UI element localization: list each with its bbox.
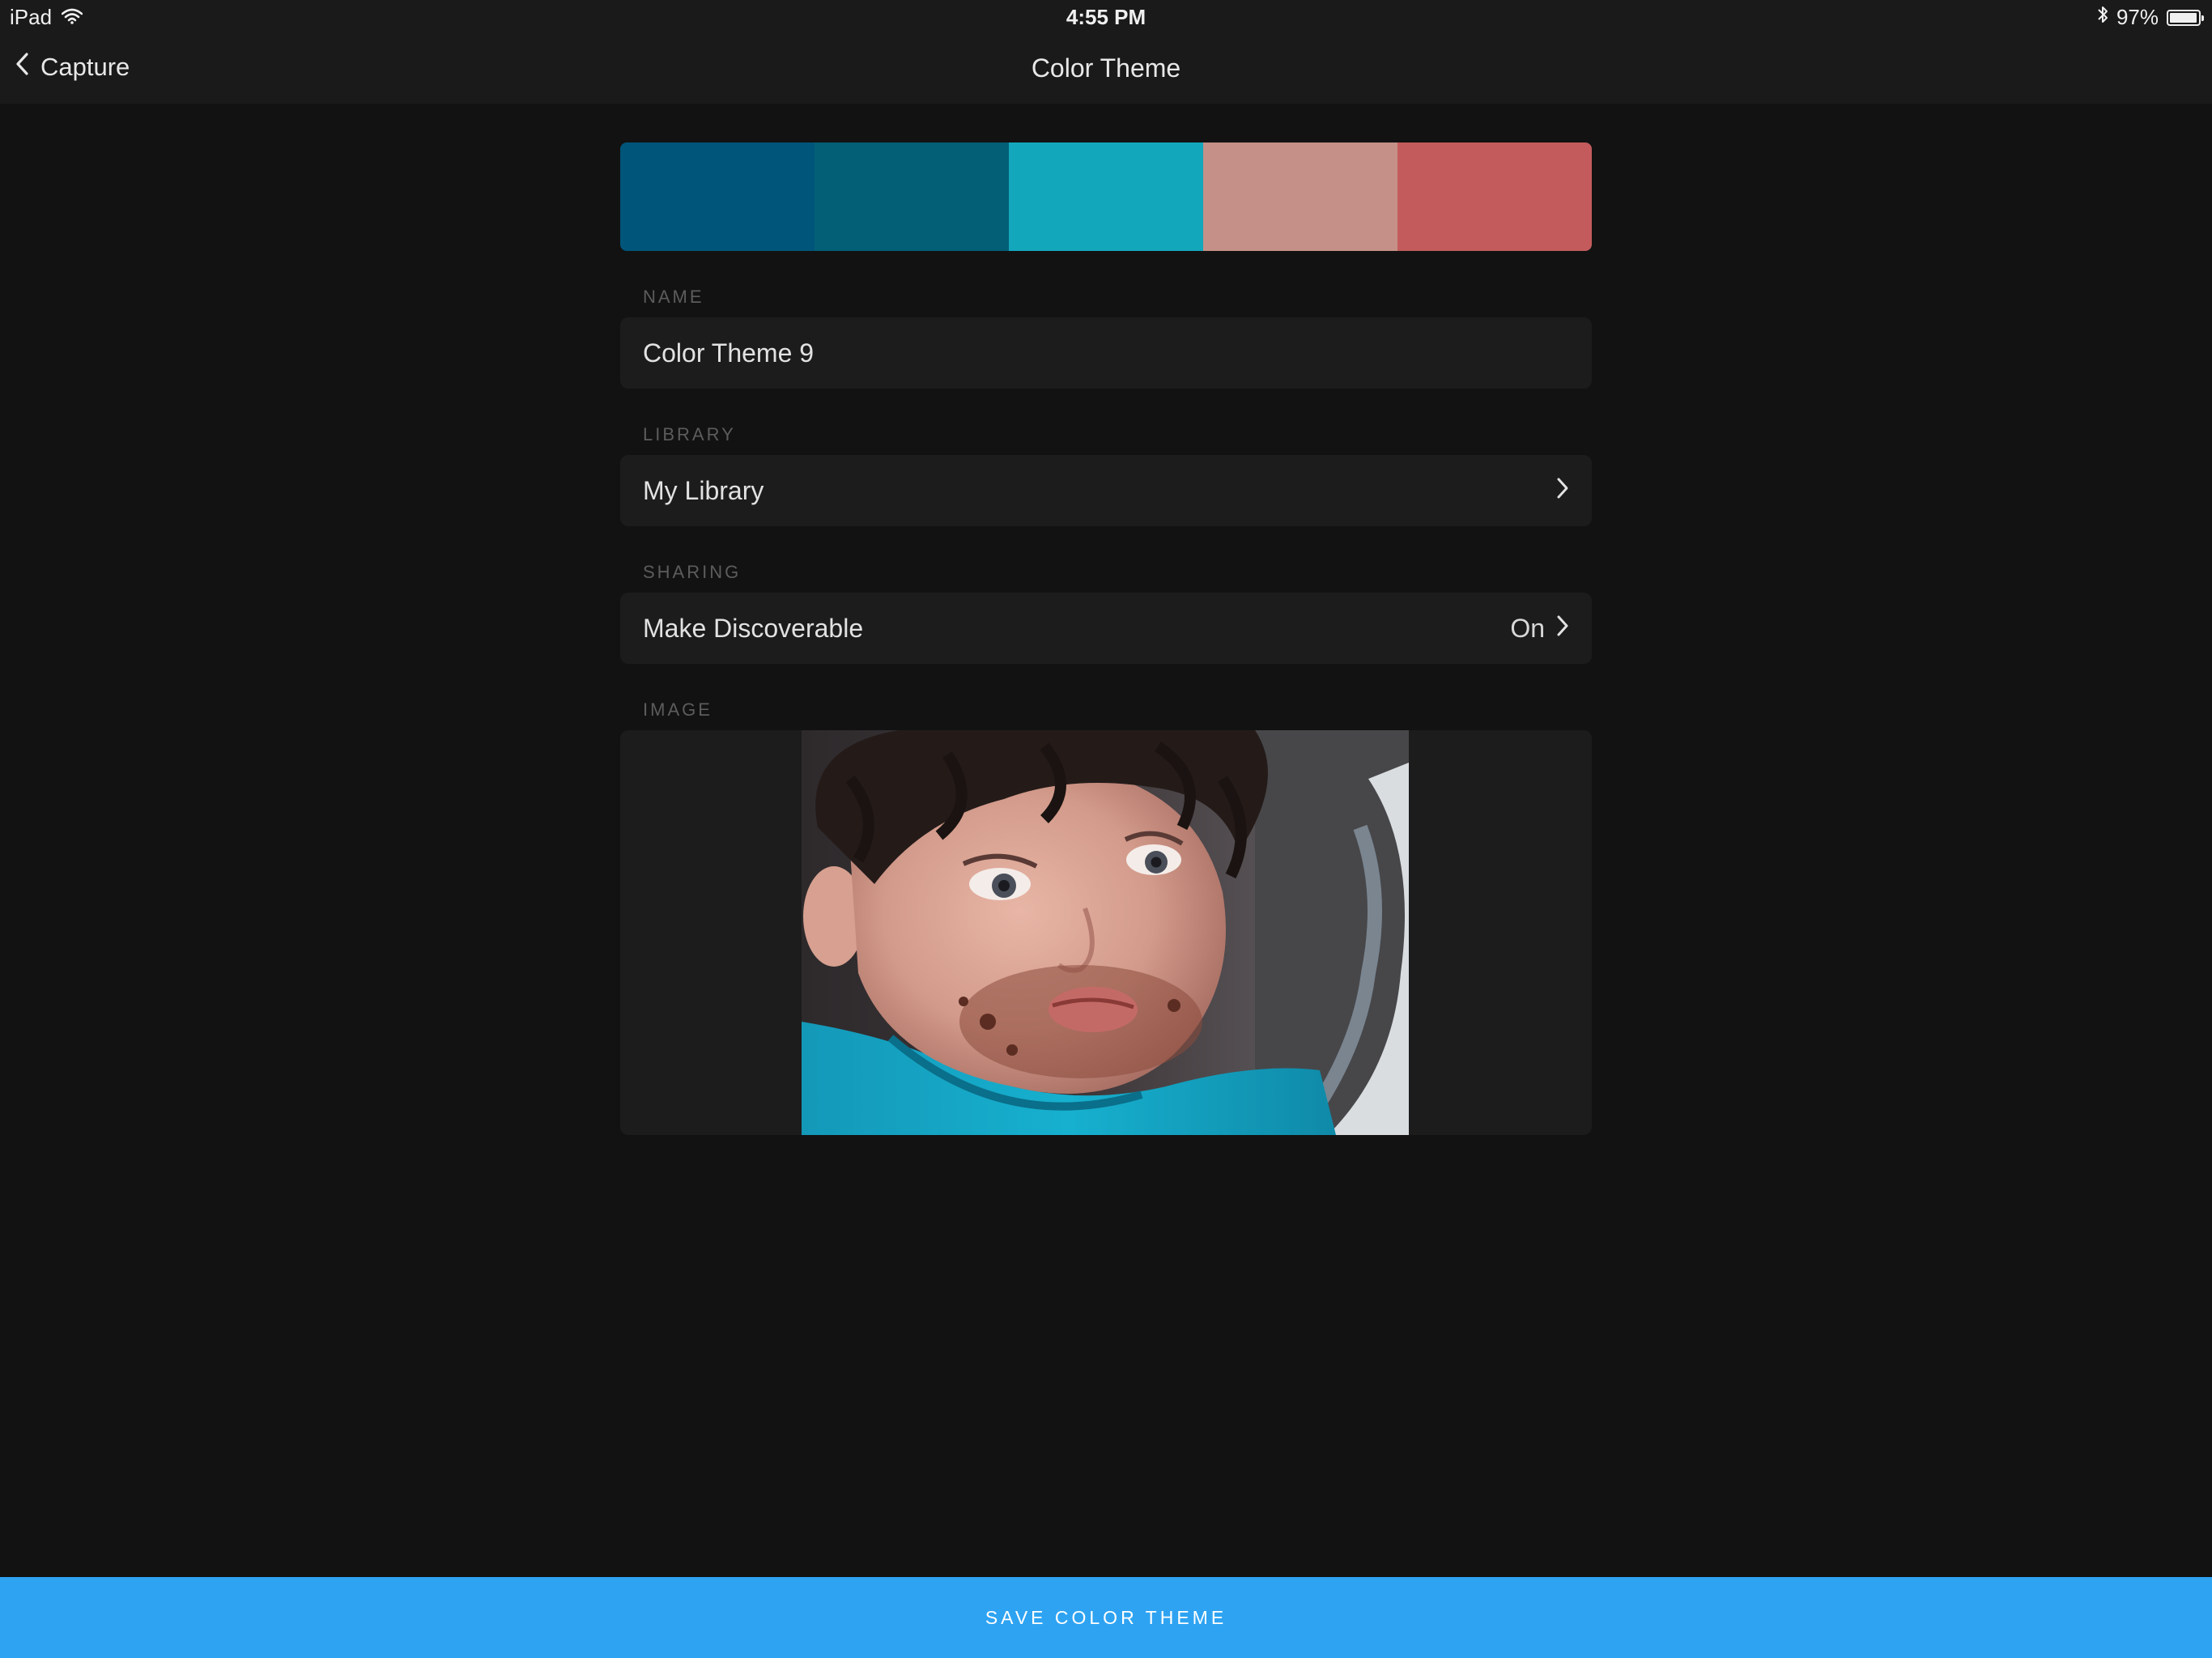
sharing-disclosure: On: [1510, 614, 1569, 644]
battery-percent: 97%: [2116, 5, 2159, 29]
chevron-right-icon: [1556, 476, 1569, 506]
name-section-label: NAME: [643, 287, 704, 307]
color-swatch-3[interactable]: [1009, 142, 1203, 251]
sharing-value: On: [1510, 613, 1545, 643]
library-row[interactable]: My Library: [620, 455, 1592, 526]
color-swatch-5[interactable]: [1397, 142, 1592, 251]
battery-icon: [2167, 9, 2204, 26]
status-time: 4:55 PM: [1066, 5, 1146, 29]
photo-illustration: [802, 730, 1409, 1135]
bluetooth-icon: [2097, 5, 2108, 30]
color-swatch-4[interactable]: [1203, 142, 1397, 251]
status-right: 97%: [2097, 5, 2204, 30]
color-swatch-1[interactable]: [620, 142, 815, 251]
color-theme-screen: iPad 4:55 PM 97% Capture Color Theme NAM…: [0, 0, 2212, 1658]
name-row[interactable]: [620, 317, 1592, 389]
save-color-theme-button[interactable]: SAVE COLOR THEME: [0, 1577, 2212, 1658]
library-value: My Library: [643, 475, 764, 505]
sharing-item-label: Make Discoverable: [643, 613, 864, 643]
library-section-label: LIBRARY: [643, 424, 736, 444]
chevron-right-icon: [1556, 614, 1569, 644]
content: NAME LIBRARY My Library SHARING Make Dis…: [620, 142, 1592, 1135]
navigation-bar: Capture Color Theme: [0, 34, 2212, 104]
source-photo[interactable]: [802, 730, 1409, 1135]
battery-fill: [2170, 12, 2197, 23]
sharing-row[interactable]: Make Discoverable On: [620, 593, 1592, 664]
image-section-label: IMAGE: [643, 699, 713, 720]
page-title: Color Theme: [1031, 53, 1181, 83]
color-palette[interactable]: [620, 142, 1592, 251]
sharing-section-label: SHARING: [643, 562, 742, 582]
image-panel: [620, 730, 1592, 1135]
library-disclosure: [1556, 476, 1569, 506]
color-swatch-2[interactable]: [815, 142, 1009, 251]
status-bar: iPad 4:55 PM 97%: [0, 0, 2212, 34]
name-field[interactable]: [643, 338, 1569, 368]
